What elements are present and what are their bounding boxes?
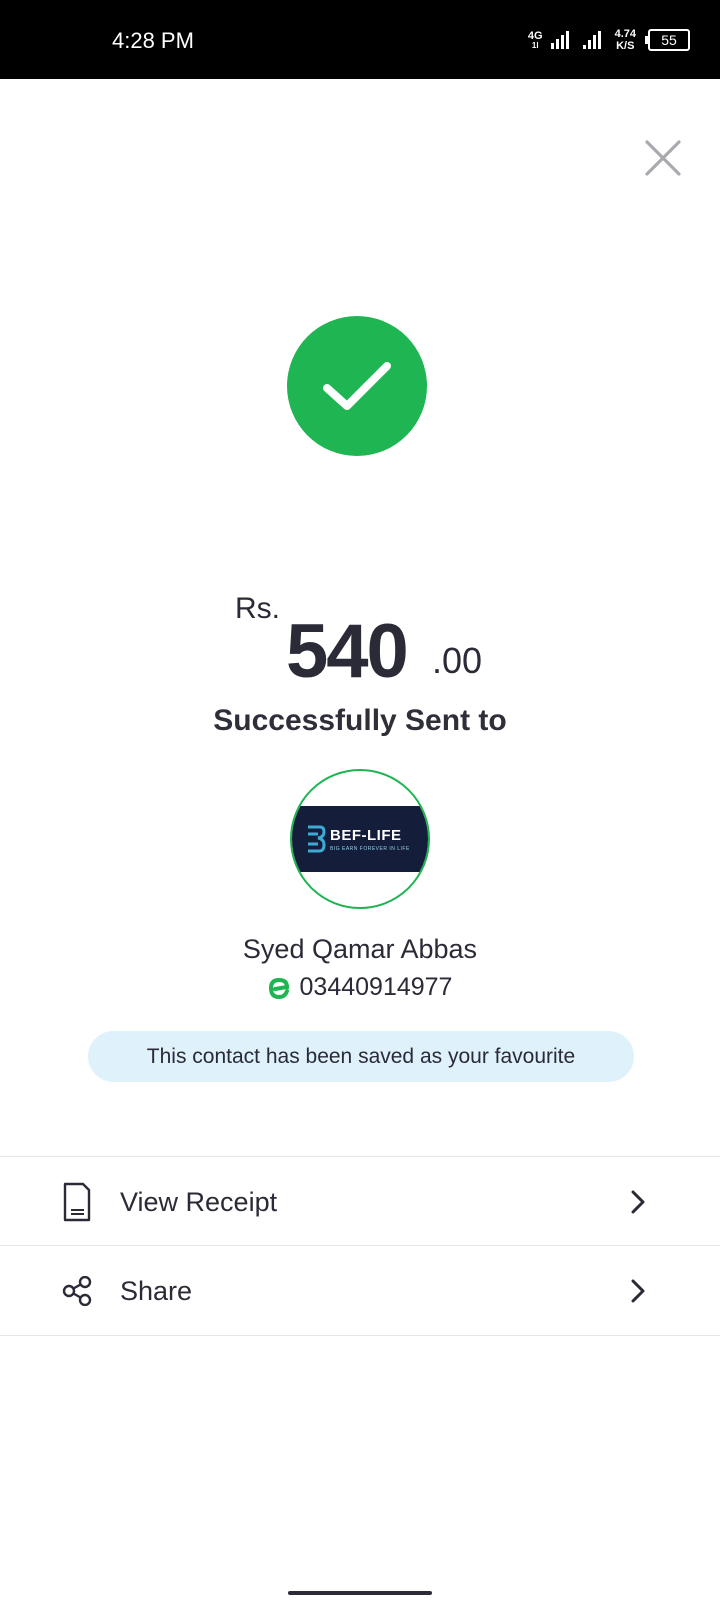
close-icon: [645, 140, 681, 176]
network-label-bottom: 1l: [531, 40, 539, 50]
share-icon: [60, 1271, 94, 1311]
share-button[interactable]: Share: [0, 1247, 720, 1335]
recipient-avatar: BEF-LIFE BIG EARN FOREVER IN LIFE: [290, 769, 430, 909]
speed-value: 4.74: [614, 28, 636, 40]
amount-whole: 540: [286, 609, 409, 694]
success-badge: [287, 316, 427, 456]
easypaisa-icon: [268, 977, 289, 999]
currency-label: Rs.: [235, 592, 280, 625]
success-message: Successfully Sent to: [213, 704, 507, 737]
recipient-phone-row: 03440914977: [0, 973, 720, 1002]
close-button[interactable]: [644, 139, 682, 177]
logo-title: BEF-LIFE: [330, 826, 402, 844]
receipt-icon: [60, 1182, 94, 1222]
share-label: Share: [120, 1275, 193, 1306]
network-type: 4G 1l: [527, 29, 543, 50]
chevron-right-icon: [631, 1279, 645, 1303]
logo-subtitle: BIG EARN FOREVER IN LIFE: [330, 845, 410, 852]
network-speed: 4.74 K/S: [615, 28, 636, 52]
view-receipt-button[interactable]: View Receipt: [0, 1158, 720, 1246]
divider: [0, 1245, 720, 1246]
status-indicators: 4G 1l 4.74 K/S 55: [528, 22, 690, 58]
signal-icon-2: [582, 31, 601, 49]
status-time: 4:28 PM: [112, 28, 194, 53]
battery-level: 55: [661, 32, 677, 48]
chevron-right-icon: [631, 1190, 645, 1214]
divider: [0, 1335, 720, 1336]
view-receipt-label: View Receipt: [120, 1186, 278, 1217]
gesture-nav-handle[interactable]: [288, 1591, 432, 1595]
status-bar: 4:28 PM 4G 1l 4.74 K/S 55: [0, 0, 720, 79]
signal-icon-1: [550, 31, 569, 49]
divider: [0, 1156, 720, 1157]
check-icon: [323, 362, 391, 410]
amount-display: Rs. 540 .00: [0, 590, 720, 694]
network-label-top: 4G: [527, 29, 543, 42]
favourite-notice-text: This contact has been saved as your favo…: [146, 1044, 576, 1068]
speed-unit: K/S: [616, 40, 635, 52]
amount-decimal: .00: [432, 640, 483, 681]
recipient-name: Syed Qamar Abbas: [242, 934, 478, 964]
battery-icon: 55: [645, 29, 690, 51]
recipient-logo: BEF-LIFE BIG EARN FOREVER IN LIFE: [292, 806, 428, 872]
logo-mark-icon: [308, 825, 326, 853]
recipient-phone: 03440914977: [299, 973, 453, 1001]
favourite-notice: This contact has been saved as your favo…: [88, 1031, 634, 1082]
